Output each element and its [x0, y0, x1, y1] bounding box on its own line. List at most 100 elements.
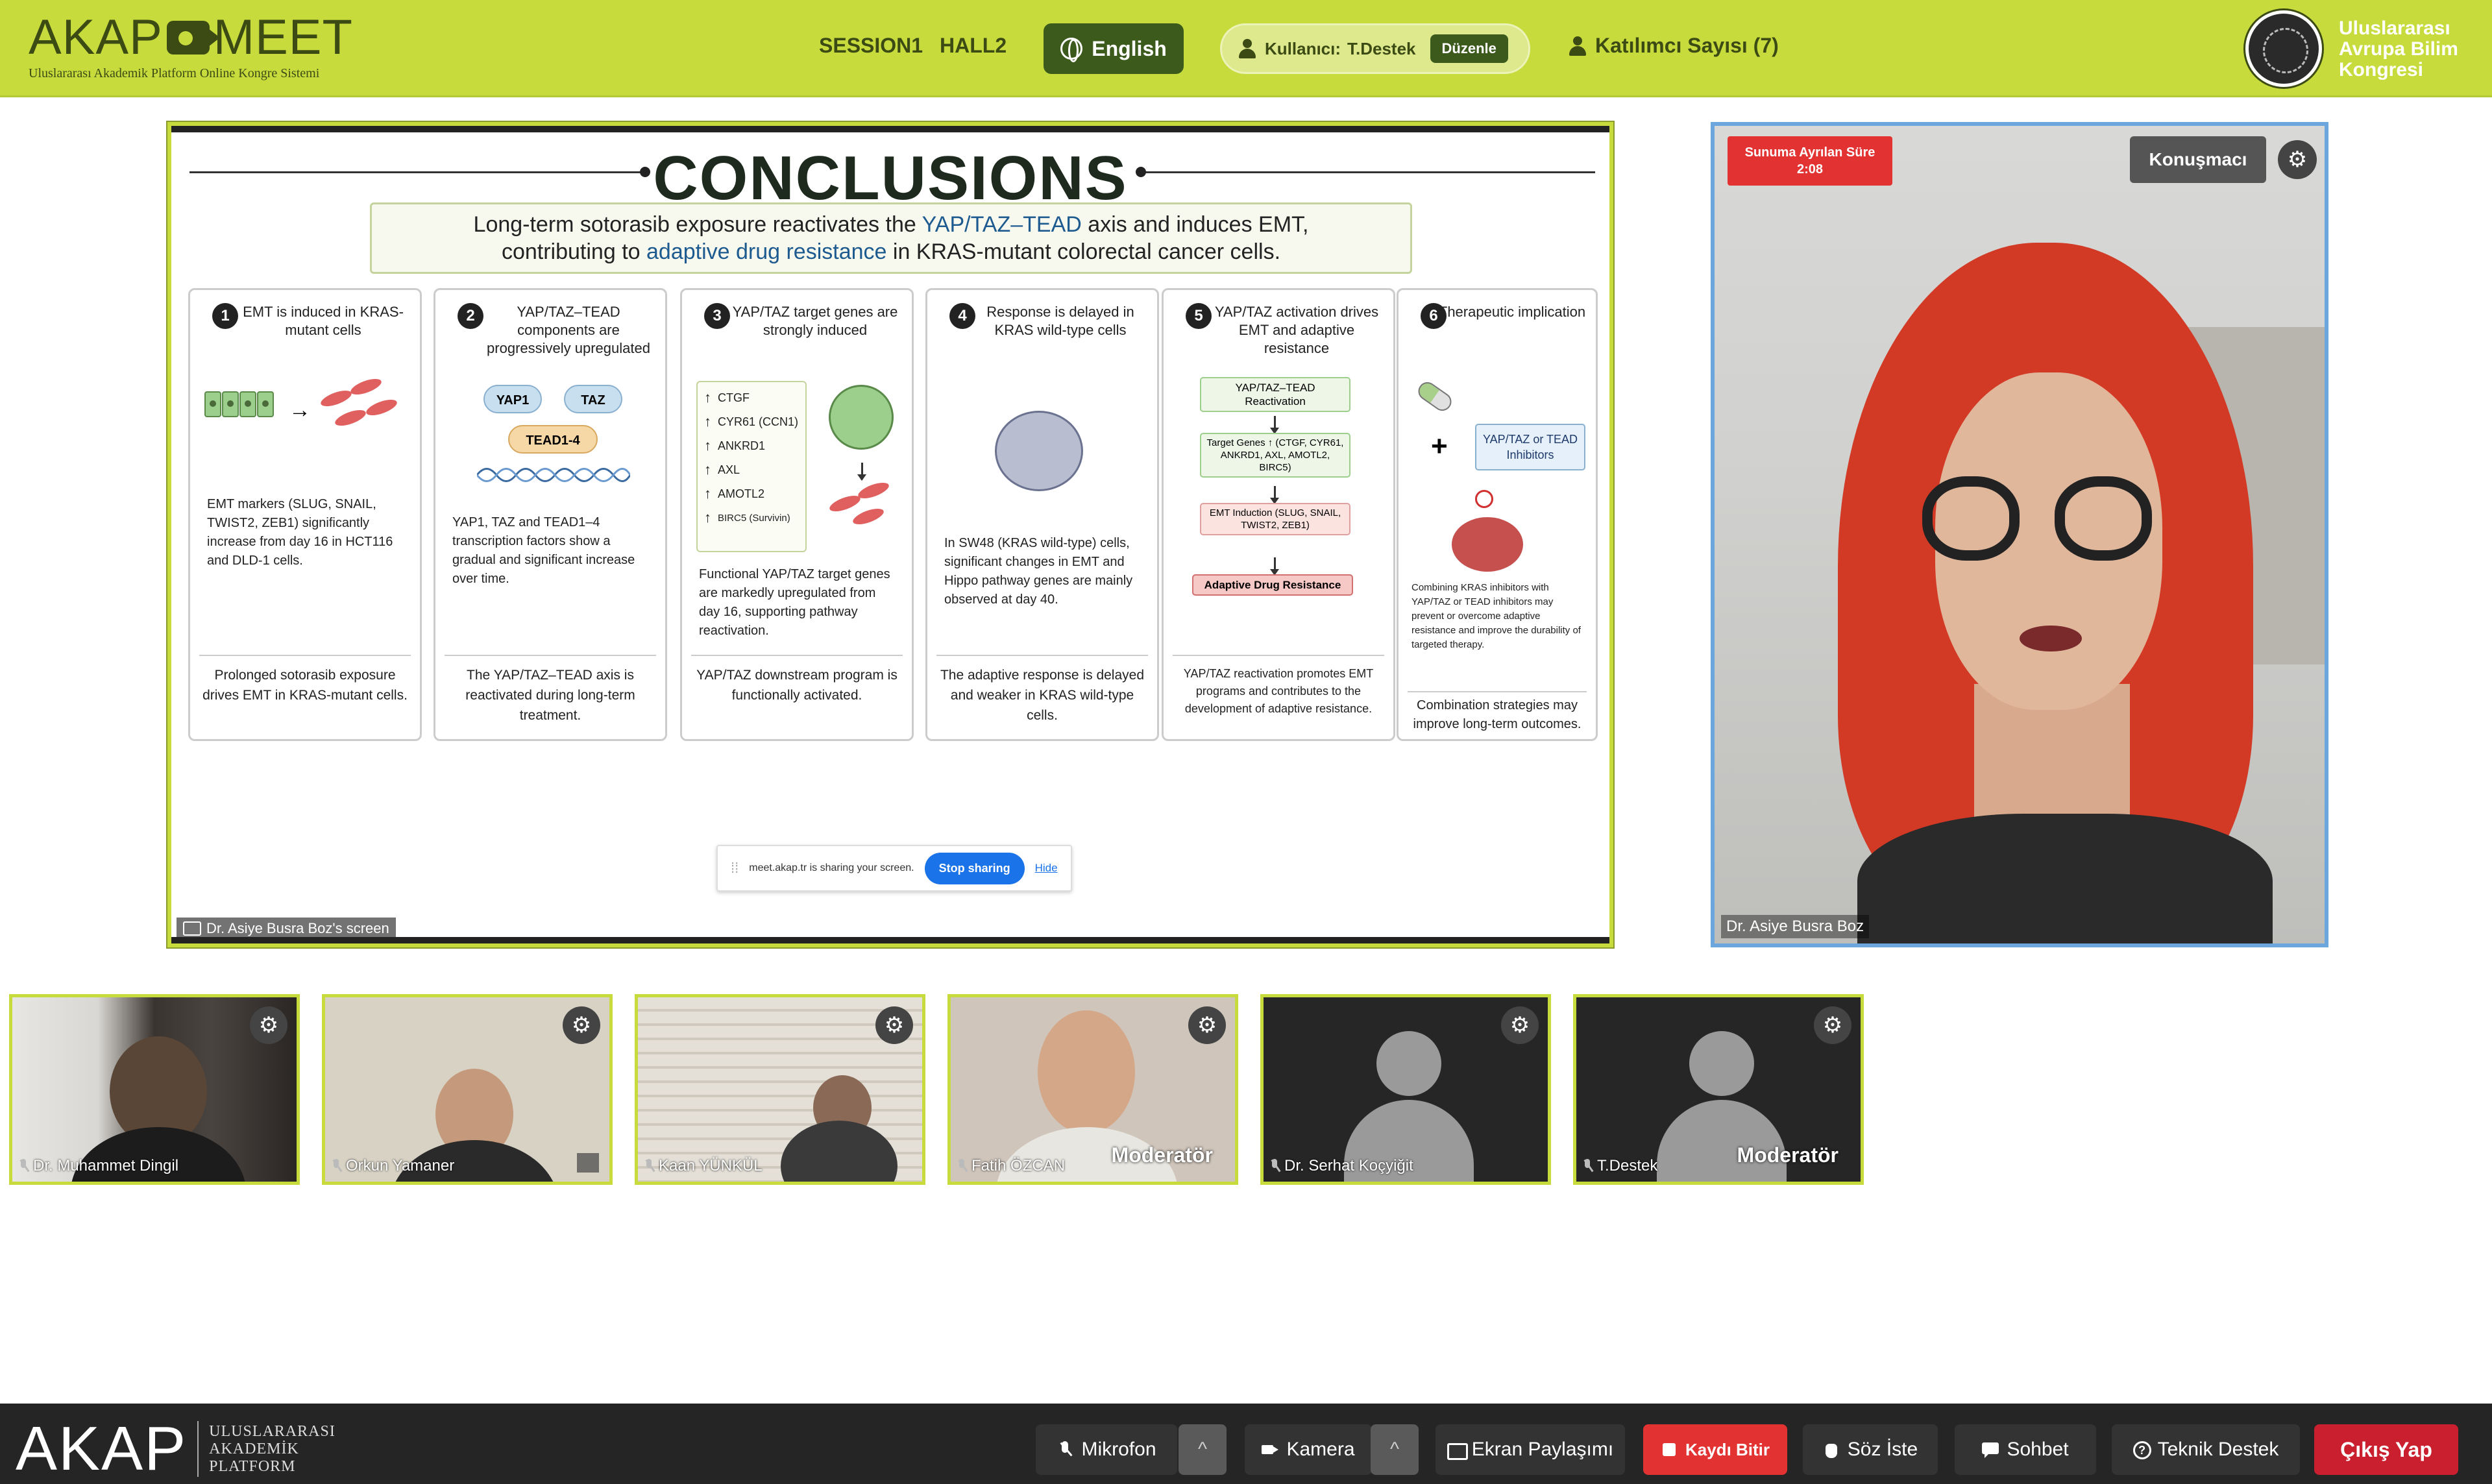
exit-button[interactable]: Çıkış Yap: [2314, 1424, 2458, 1475]
gear-icon[interactable]: ⚙: [250, 1006, 287, 1044]
logo-subtitle: Uluslararası Akademik Platform Online Ko…: [29, 66, 320, 80]
yap1-pill: YAP1: [483, 385, 542, 413]
gear-icon[interactable]: ⚙: [1188, 1006, 1226, 1044]
camera-off-icon: [1262, 1441, 1279, 1458]
globe-icon: [1060, 38, 1083, 62]
camera-button[interactable]: Kamera: [1245, 1424, 1372, 1475]
akap-platform-logo: AKAP ULUSLARARASI AKADEMİK PLATFORM: [16, 1414, 336, 1483]
language-button[interactable]: English: [1044, 23, 1184, 74]
conclusion-card-3: 3 YAP/TAZ target genes are strongly indu…: [680, 288, 914, 741]
conclusion-card-5: 5 YAP/TAZ activation drives EMT and adap…: [1162, 288, 1395, 741]
inhibitor-box: YAP/TAZ or TEAD Inhibitors: [1475, 424, 1585, 470]
screen-share-bar: ⁞⁞ meet.akap.tr is sharing your screen. …: [716, 845, 1072, 892]
microphone-button[interactable]: Mikrofon: [1036, 1424, 1177, 1475]
user-label: Kullanıcı:: [1265, 38, 1341, 58]
participant-tile[interactable]: ⚙ Moderatör Fatih ÖZCAN: [947, 994, 1238, 1185]
bottom-toolbar: AKAP ULUSLARARASI AKADEMİK PLATFORM Mikr…: [0, 1404, 2492, 1484]
participant-name: Dr. Serhat Koçyiğit: [1284, 1157, 1413, 1174]
gear-icon[interactable]: ⚙: [1814, 1006, 1851, 1044]
participant-name: T.Destek: [1597, 1157, 1658, 1174]
conclusion-card-4: 4 Response is delayed in KRAS wild-type …: [925, 288, 1159, 741]
tead-pill: TEAD1-4: [508, 425, 598, 454]
gear-icon[interactable]: ⚙: [875, 1006, 913, 1044]
mic-muted-icon: [957, 1159, 966, 1173]
help-icon: [2132, 1441, 2151, 1459]
speaker-name-label: Dr. Asiye Busra Boz: [1721, 915, 1870, 938]
shared-screen: CONCLUSIONS Long-term sotorasib exposure…: [167, 122, 1613, 947]
participant-name: Kaan YÜNKÜL: [659, 1157, 763, 1174]
congress-seal-logo: [2245, 10, 2322, 87]
participant-count-label: Katılımcı Sayısı (7): [1595, 34, 1779, 57]
camera-icon: [166, 21, 220, 55]
congress-name: Uluslararası Avrupa Bilim Kongresi: [2339, 18, 2458, 80]
stop-recording-button[interactable]: Kaydı Bitir: [1643, 1424, 1787, 1475]
participant-tile[interactable]: ⚙ Kaan YÜNKÜL: [635, 994, 925, 1185]
screen-share-button[interactable]: Ekran Paylaşımı: [1435, 1424, 1625, 1475]
edit-user-button[interactable]: Düzenle: [1430, 34, 1508, 63]
session-label: SESSION1: [819, 34, 923, 57]
technical-support-button[interactable]: Teknik Destek: [2112, 1424, 2300, 1475]
stop-sharing-button[interactable]: Stop sharing: [924, 852, 1025, 884]
hide-share-bar-link[interactable]: Hide: [1035, 862, 1058, 875]
screen-share-icon: [183, 921, 201, 936]
screen-share-label: Dr. Asiye Busra Boz's screen: [177, 918, 396, 940]
flow-step-reactivation: YAP/TAZ–TEAD Reactivation: [1200, 377, 1350, 412]
arrow-down-icon: [857, 463, 866, 481]
mic-muted-icon: [1583, 1159, 1592, 1173]
pill-drug-icon: [1415, 378, 1455, 415]
akap-meet-logo[interactable]: AKAP MEET Uluslararası Akademik Platform…: [29, 13, 366, 84]
mic-muted-icon: [644, 1159, 654, 1173]
mic-muted-icon: [19, 1159, 28, 1173]
participant-name: Orkun Yamaner: [346, 1157, 455, 1174]
default-avatar-icon: [1376, 1031, 1441, 1096]
taz-pill: TAZ: [564, 385, 622, 413]
presentation-timer: Sunuma Ayrılan Süre 2:08: [1728, 136, 1892, 186]
arrow-right-icon: →: [289, 398, 311, 422]
epithelial-cells-icon: [204, 391, 275, 420]
user-pill: Kullanıcı: T.Destek Düzenle: [1220, 23, 1530, 74]
hand-icon: [1823, 1441, 1840, 1458]
default-avatar-icon: [1689, 1031, 1754, 1096]
top-bar: AKAP MEET Uluslararası Akademik Platform…: [0, 0, 2492, 97]
plus-icon: +: [1431, 430, 1448, 462]
flow-step-emt: EMT Induction (SLUG, SNAIL, TWIST2, ZEB1…: [1200, 503, 1350, 535]
microphone-options-button[interactable]: ^: [1179, 1424, 1227, 1475]
logo-text-meet: MEET: [213, 10, 353, 65]
mic-muted-icon: [332, 1159, 341, 1173]
chat-button[interactable]: Sohbet: [1955, 1424, 2096, 1475]
timer-value: 2:08: [1796, 162, 1824, 176]
conclusion-card-2: 2 YAP/TAZ–TEAD components are progressiv…: [434, 288, 667, 741]
slide-lead-box: Long-term sotorasib exposure reactivates…: [370, 202, 1412, 274]
mic-off-icon: [1057, 1441, 1073, 1458]
participant-count[interactable]: Katılımcı Sayısı (7): [1568, 34, 1779, 58]
chat-icon: [1982, 1441, 1999, 1458]
chevron-up-icon: ^: [1389, 1439, 1400, 1460]
participant-tile[interactable]: ⚙ Dr. Serhat Koçyiğit: [1260, 994, 1551, 1185]
gear-icon[interactable]: ⚙: [563, 1006, 600, 1044]
user-icon: [1238, 39, 1257, 58]
gear-icon[interactable]: ⚙: [2278, 140, 2317, 179]
participant-name: Fatih ÖZCAN: [971, 1157, 1066, 1174]
signal-icon: [577, 1153, 599, 1173]
camera-options-button[interactable]: ^: [1371, 1424, 1419, 1475]
moderator-badge: Moderatör: [1737, 1143, 1838, 1167]
no-symbol-icon: [1475, 490, 1493, 508]
target-genes-list: ↑ CTGF ↑ CYR61 (CCN1) ↑ ANKRD1 ↑ AXL ↑ AMOTL2…: [696, 381, 807, 552]
chevron-up-icon: ^: [1197, 1439, 1208, 1460]
conclusion-card-6: 6 Therapeutic implication + YAP/TAZ or T…: [1397, 288, 1598, 741]
screen-share-icon: [1447, 1441, 1468, 1460]
speaker-role-badge: Konuşmacı: [2130, 136, 2266, 183]
drag-handle-icon[interactable]: ⁞⁞: [731, 860, 739, 877]
dna-helix-icon: [476, 463, 631, 487]
participant-tile[interactable]: ⚙ Orkun Yamaner: [322, 994, 613, 1185]
hall-label: HALL2: [940, 34, 1007, 57]
language-label: English: [1092, 36, 1167, 60]
flow-step-target-genes: Target Genes ↑ (CTGF, CYR61, ANKRD1, AXL…: [1200, 433, 1350, 478]
speaker-video[interactable]: Sunuma Ayrılan Süre 2:08 Konuşmacı ⚙ Dr.…: [1711, 122, 2328, 947]
participant-tile[interactable]: ⚙ Dr. Muhammet Dingil: [9, 994, 300, 1185]
moderator-badge: Moderatör: [1111, 1143, 1213, 1167]
gear-icon[interactable]: ⚙: [1501, 1006, 1539, 1044]
participant-tile[interactable]: ⚙ Moderatör T.Destek: [1573, 994, 1864, 1185]
participant-name: Dr. Muhammet Dingil: [33, 1157, 179, 1174]
raise-hand-button[interactable]: Söz İste: [1803, 1424, 1938, 1475]
